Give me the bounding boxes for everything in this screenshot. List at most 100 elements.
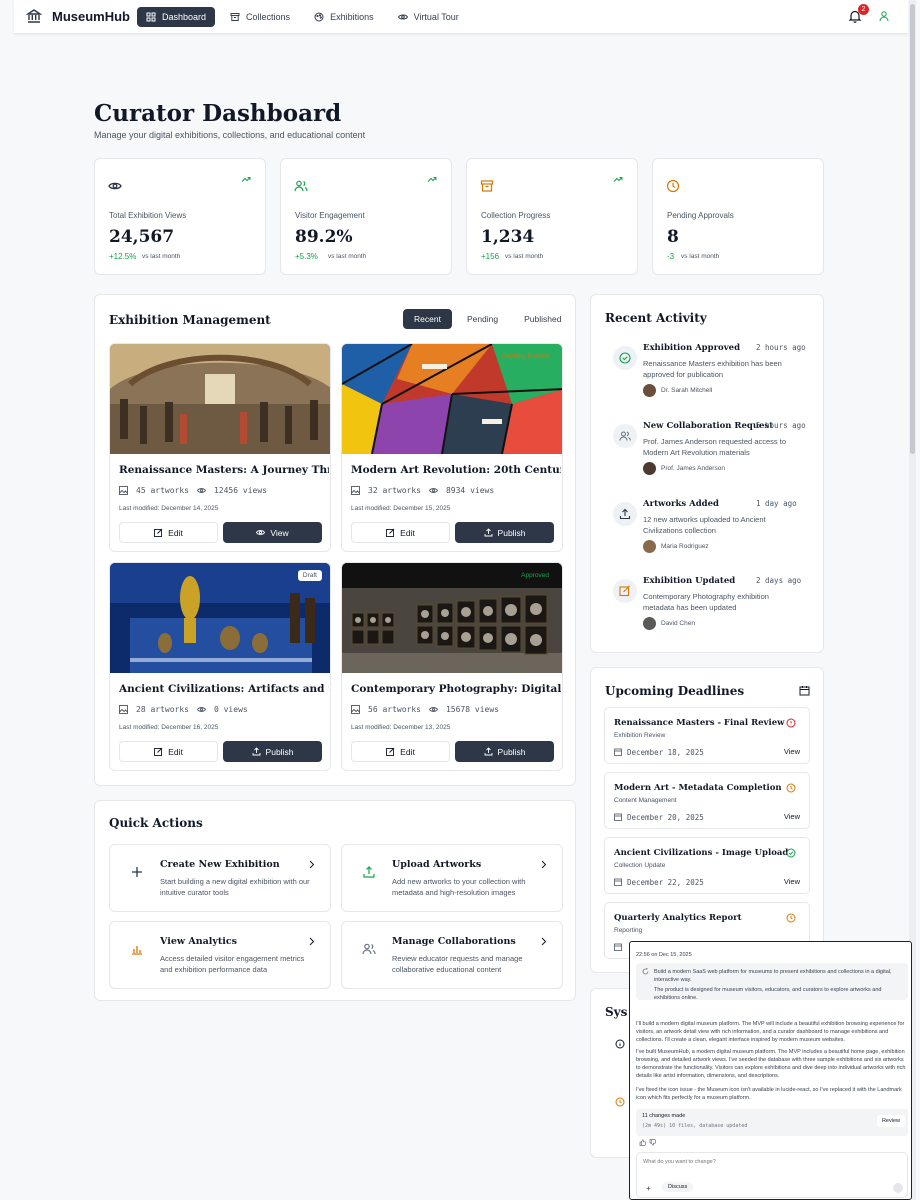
quick-action-desc: Review educator requests and manage coll…	[392, 954, 523, 974]
activity-title: Exhibition Approved	[643, 343, 741, 353]
clock-icon	[615, 1097, 625, 1107]
scrollbar-thumb[interactable]	[910, 4, 915, 454]
exhibition-title: Ancient Civilizations: Artifacts and Sto…	[119, 683, 329, 695]
tab-pending[interactable]: Pending	[456, 309, 509, 329]
dashboard-icon	[146, 12, 156, 22]
eye-icon	[256, 530, 266, 535]
stat-label: Collection Progress	[481, 211, 551, 220]
quick-action-view-analytics[interactable]: View Analytics Access detailed visitor e…	[109, 921, 331, 989]
quick-action-create-exhibition[interactable]: Create New Exhibition Start building a n…	[109, 844, 331, 912]
panel-title: Quick Actions	[109, 816, 203, 830]
panel-title: Sys	[605, 1005, 628, 1019]
assistant-chat-panel: 22:56 on Dec 15, 2025 Build a modern Saa…	[629, 941, 912, 1200]
deadline-view-link[interactable]: View	[784, 747, 800, 756]
chat-input[interactable]	[643, 1159, 843, 1165]
exhibition-card[interactable]: Approved Contemporary Photography: Digit…	[341, 562, 563, 771]
quick-action-desc: Start building a new digital exhibition …	[160, 877, 310, 897]
exhibition-card[interactable]: Draft Ancient Civilizations: Artifacts a…	[109, 562, 331, 771]
changes-detail: (2m 49s) 10 files, database updated	[642, 1123, 748, 1129]
clock-icon	[786, 783, 796, 793]
activity-icon-wrap	[613, 502, 637, 526]
discuss-button[interactable]: Discuss	[662, 1182, 694, 1192]
deadline-view-link[interactable]: View	[784, 877, 800, 886]
quick-action-manage-collaborations[interactable]: Manage Collaborations Review educator re…	[341, 921, 563, 989]
artwork-count: 32 artworks	[368, 486, 421, 495]
tab-dashboard[interactable]: Dashboard	[137, 7, 216, 27]
activity-desc: Contemporary Photography exhibition meta…	[643, 592, 769, 612]
stat-delta: -3	[667, 252, 675, 261]
tab-published[interactable]: Published	[513, 309, 572, 329]
plus-icon	[132, 867, 142, 877]
artwork-count: 45 artworks	[136, 486, 189, 495]
check-circle-icon	[786, 848, 796, 858]
user-icon[interactable]	[878, 10, 890, 22]
panel-title: Upcoming Deadlines	[605, 684, 745, 698]
exhibition-card[interactable]: Renaissance Masters: A Journey Through..…	[109, 343, 331, 552]
chevron-right-icon	[309, 937, 315, 946]
calendar-icon[interactable]	[799, 685, 810, 696]
image-icon	[351, 486, 360, 495]
deadline-item[interactable]: Renaissance Masters - Final Review Exhib…	[604, 707, 810, 764]
eye-icon	[196, 705, 207, 714]
quick-action-upload-artworks[interactable]: Upload Artworks Add new artworks to your…	[341, 844, 563, 912]
send-button[interactable]	[893, 1183, 903, 1193]
page-title: Curator Dashboard	[94, 100, 342, 127]
edit-button[interactable]: Edit	[351, 741, 450, 762]
stat-vs: vs last month	[328, 253, 367, 260]
tab-recent[interactable]: Recent	[403, 309, 452, 329]
changes-summary: 11 changes made (2m 49s) 10 files, datab…	[636, 1109, 908, 1136]
activity-desc: Prof. James Anderson requested access to…	[643, 437, 786, 457]
edit-button[interactable]: Edit	[119, 741, 218, 762]
edit-button[interactable]: Edit	[119, 522, 218, 543]
landmark-icon	[26, 9, 42, 23]
review-button[interactable]: Review	[876, 1115, 905, 1127]
upload-icon	[252, 747, 260, 756]
publish-button[interactable]: Publish	[455, 741, 554, 762]
eye-icon	[428, 705, 439, 714]
publish-button[interactable]: Publish	[455, 522, 554, 543]
thumbs-up-icon[interactable]	[639, 1139, 646, 1146]
publish-label: Publish	[497, 746, 526, 757]
stat-delta: +156	[481, 252, 500, 261]
tab-collections[interactable]: Collections	[221, 7, 299, 27]
last-modified: Last modified: December 14, 2025	[119, 505, 219, 512]
nav-tabs: Dashboard Collections Exhibitions Virtua…	[137, 7, 468, 27]
top-nav: MuseumHub Dashboard Collections Exhibiti…	[14, 0, 908, 34]
calendar-icon	[614, 813, 622, 821]
archive-icon	[230, 13, 240, 21]
stat-card-views: Total Exhibition Views 24,567 +12.5% vs …	[94, 158, 266, 275]
activity-user: Prof. James Anderson	[661, 465, 725, 472]
stat-value: 8	[667, 227, 679, 247]
panel-title: Recent Activity	[605, 311, 707, 325]
quick-action-title: Manage Collaborations	[392, 936, 516, 947]
tab-exhibitions[interactable]: Exhibitions	[305, 7, 383, 27]
stat-value: 1,234	[481, 227, 535, 247]
last-modified: Last modified: December 16, 2025	[119, 724, 219, 731]
deadline-date: December 22, 2025	[627, 878, 704, 887]
edit-button[interactable]: Edit	[351, 522, 450, 543]
tab-virtual-tour[interactable]: Virtual Tour	[389, 7, 468, 27]
brand-name: MuseumHub	[52, 8, 130, 24]
deadline-title: Quarterly Analytics Report	[614, 913, 742, 923]
deadline-category: Exhibition Review	[614, 732, 666, 739]
clock-icon	[786, 913, 796, 923]
info-icon	[615, 1039, 625, 1049]
exhibition-meta: 45 artworks 12456 views	[119, 486, 267, 495]
exhibition-meta: 32 artworks 8934 views	[351, 486, 494, 495]
stat-label: Total Exhibition Views	[109, 211, 187, 220]
deadline-item[interactable]: Modern Art - Metadata Completion Content…	[604, 772, 810, 829]
assistant-response: I've fixed the icon issue - the Museum i…	[636, 1087, 902, 1101]
users-icon	[619, 431, 631, 441]
prompt-line: The product is designed for museum visit…	[654, 987, 882, 1001]
brand[interactable]: MuseumHub	[26, 8, 130, 24]
thumbs-down-icon[interactable]	[649, 1139, 656, 1146]
view-button[interactable]: View	[223, 522, 322, 543]
add-attachment-button[interactable]: +	[646, 1184, 651, 1193]
status-badge: Pending Review	[502, 353, 549, 360]
deadline-view-link[interactable]: View	[784, 812, 800, 821]
activity-user: David Chen	[661, 620, 695, 627]
chevron-right-icon	[309, 860, 315, 869]
exhibition-card[interactable]: Pending Review Modern Art Revolution: 20…	[341, 343, 563, 552]
deadline-item[interactable]: Ancient Civilizations - Image Upload Col…	[604, 837, 810, 894]
publish-button[interactable]: Publish	[223, 741, 322, 762]
